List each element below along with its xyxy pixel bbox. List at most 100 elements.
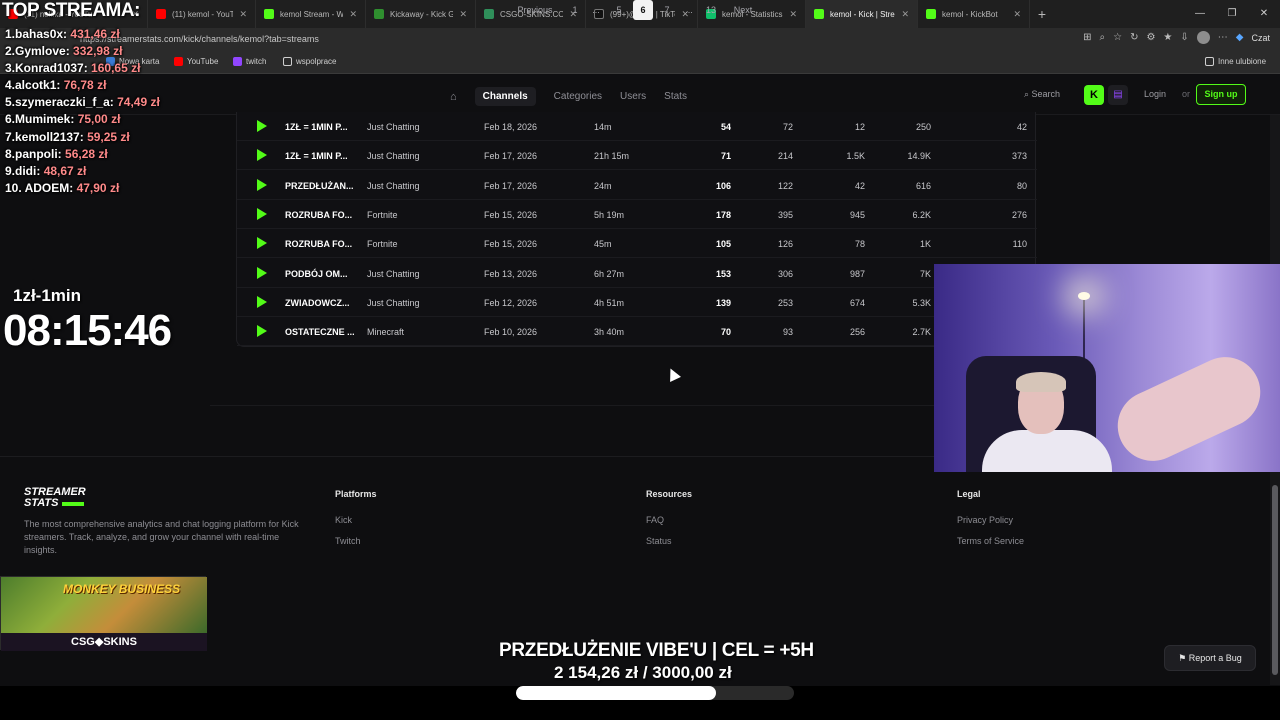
footer-heading-platforms: Platforms [335,489,377,499]
stream-total: 250 [915,122,931,132]
table-row[interactable]: ROZRUBA FO... Fortnite Feb 15, 2026 45m 105 1… [237,229,1037,259]
stream-peak-viewers: 70 [720,327,731,338]
bookmark-other[interactable]: Inne ulubione [1205,57,1266,66]
page-button[interactable]: 5 [613,0,625,20]
kickbot-icon [926,9,936,19]
stream-avg-viewers: 93 [782,327,793,338]
signup-button[interactable]: Sign up [1196,84,1246,105]
stream-title[interactable]: ZWIADOWCZ... [285,298,350,308]
table-row[interactable]: 1ZŁ = 1MIN P... Just Chatting Feb 17, 2026… [237,141,1037,171]
favorites-icon[interactable]: ★ [1163,32,1172,43]
bookmark-twitch[interactable]: twitch [233,57,266,66]
footer-link-status[interactable]: Status [646,536,672,546]
chat-button[interactable]: Czat [1251,33,1270,43]
footer-link-terms[interactable]: Terms of Service [957,536,1024,546]
search-button[interactable]: ⌕ Search [1024,89,1060,100]
scrollbar-thumb[interactable] [1272,485,1278,675]
table-row[interactable]: PODBÓJ OM... Just Chatting Feb 13, 2026 6h … [237,259,1037,288]
more-icon[interactable]: ⋯ [1218,32,1228,43]
youtube-icon [156,9,166,19]
table-row[interactable]: ZWIADOWCZ... Just Chatting Feb 12, 2026 4h … [237,288,1037,317]
stream-title[interactable]: PODBÓJ OM... [285,269,348,279]
close-icon[interactable]: ✕ [239,9,247,20]
footer-link-kick[interactable]: Kick [335,515,352,525]
stream-peak-viewers: 178 [715,209,731,220]
downloads-icon[interactable]: ⇩ [1180,32,1188,43]
play-icon[interactable] [257,207,267,220]
bookmark-wspolprace[interactable]: wspolprace [283,57,336,66]
stream-title[interactable]: ROZRUBA FO... [285,210,352,220]
table-row[interactable]: OSTATECZNE ... Minecraft Feb 10, 2026 3h 40… [237,317,1037,347]
donor-entry: 1.bahas0x: 431,46 zł [5,26,160,43]
nav-categories[interactable]: Categories [554,91,602,102]
play-icon[interactable] [257,149,267,162]
table-row[interactable]: ROZRUBA FO... Fortnite Feb 15, 2026 5h 19m 1… [237,200,1037,229]
streamerstats-icon [814,9,824,19]
nav-users[interactable]: Users [620,91,646,102]
twitch-platform-button[interactable]: ▤ [1108,85,1128,105]
copilot-icon[interactable]: ◆ [1236,32,1244,43]
zoom-icon[interactable]: ⌕ [1099,32,1105,43]
star-icon[interactable]: ☆ [1113,32,1122,43]
browser-tab[interactable]: kemol Stream - Wat ✕ [256,0,366,28]
stream-peak-viewers: 139 [715,297,731,308]
browser-tab-active[interactable]: kemol - Kick | Strea ✕ [806,0,918,28]
close-icon[interactable]: ✕ [459,9,467,20]
table-row[interactable]: PRZEDŁUŻAN... Just Chatting Feb 17, 2026 24… [237,171,1037,200]
page-button[interactable]: 7 [661,0,673,20]
close-icon[interactable]: ✕ [901,9,909,20]
table-row[interactable]: 1ZŁ = 1MIN P... Just Chatting Feb 18, 2026… [237,112,1037,141]
donor-amount: 431,46 zł [70,27,120,41]
report-bug-button[interactable]: ⚑ Report a Bug [1164,645,1256,671]
play-icon[interactable] [257,295,267,308]
minimize-icon[interactable]: — [1184,0,1216,28]
translate-icon[interactable]: ⊞ [1083,32,1091,43]
donor-entry: 7.kemoll2137: 59,25 zł [5,129,160,146]
page-button[interactable]: 1 [569,0,581,20]
avatar[interactable] [1196,31,1210,44]
close-icon[interactable]: ✕ [789,9,797,20]
kick-platform-button[interactable]: K [1084,85,1104,105]
streamer [974,350,1112,472]
close-window-icon[interactable]: ✕ [1248,0,1280,28]
maximize-icon[interactable]: ❐ [1216,0,1248,28]
streamer-body [982,430,1112,472]
stream-title[interactable]: 1ZŁ = 1MIN P... [285,151,348,161]
footer-description: The most comprehensive analytics and cha… [24,519,299,555]
page-button-current[interactable]: 6 [633,0,653,20]
stream-title[interactable]: PRZEDŁUŻAN... [285,181,354,191]
play-icon[interactable] [257,266,267,279]
browser-tab[interactable]: Kickaway - Kick Giv ✕ [366,0,476,28]
next-button[interactable]: Next [732,0,754,20]
home-icon[interactable]: ⌂ [450,91,457,103]
footer-link-privacy[interactable]: Privacy Policy [957,515,1013,525]
page-button[interactable]: 13 [704,0,718,20]
streamerstats-logo[interactable]: STREAMER STATS [24,487,86,509]
play-icon[interactable] [257,325,267,338]
play-icon[interactable] [257,178,267,191]
browser-tab[interactable]: (11) kemol - YouTu ✕ [148,0,256,28]
stream-avg-viewers: 214 [777,151,793,162]
close-icon[interactable]: ✕ [1013,9,1021,20]
play-icon[interactable] [257,120,267,132]
previous-button[interactable]: Previous [517,0,553,20]
stream-title[interactable]: OSTATECZNE ... [285,327,355,337]
stream-title[interactable]: ROZRUBA FO... [285,239,352,249]
nav-channels[interactable]: Channels [474,87,536,106]
browser-tab[interactable]: kemol - KickBot ✕ [918,0,1030,28]
streamer-leg [1106,345,1272,472]
bookmark-youtube[interactable]: YouTube [174,57,218,66]
nav-stats[interactable]: Stats [664,91,687,102]
close-icon[interactable]: ✕ [349,9,357,20]
refresh-icon[interactable]: ↻ [1130,32,1138,43]
stream-peak-viewers: 54 [720,122,731,132]
stream-title[interactable]: 1ZŁ = 1MIN P... [285,122,348,132]
play-icon[interactable] [257,237,267,250]
login-link[interactable]: Login [1144,89,1166,99]
stream-category: Minecraft [367,327,405,338]
new-tab-icon[interactable]: + [1030,6,1054,22]
footer-link-twitch[interactable]: Twitch [335,536,361,546]
extensions-icon[interactable]: ⚙ [1146,32,1155,43]
stream-messages: 987 [849,268,865,279]
footer-link-faq[interactable]: FAQ [646,515,664,525]
